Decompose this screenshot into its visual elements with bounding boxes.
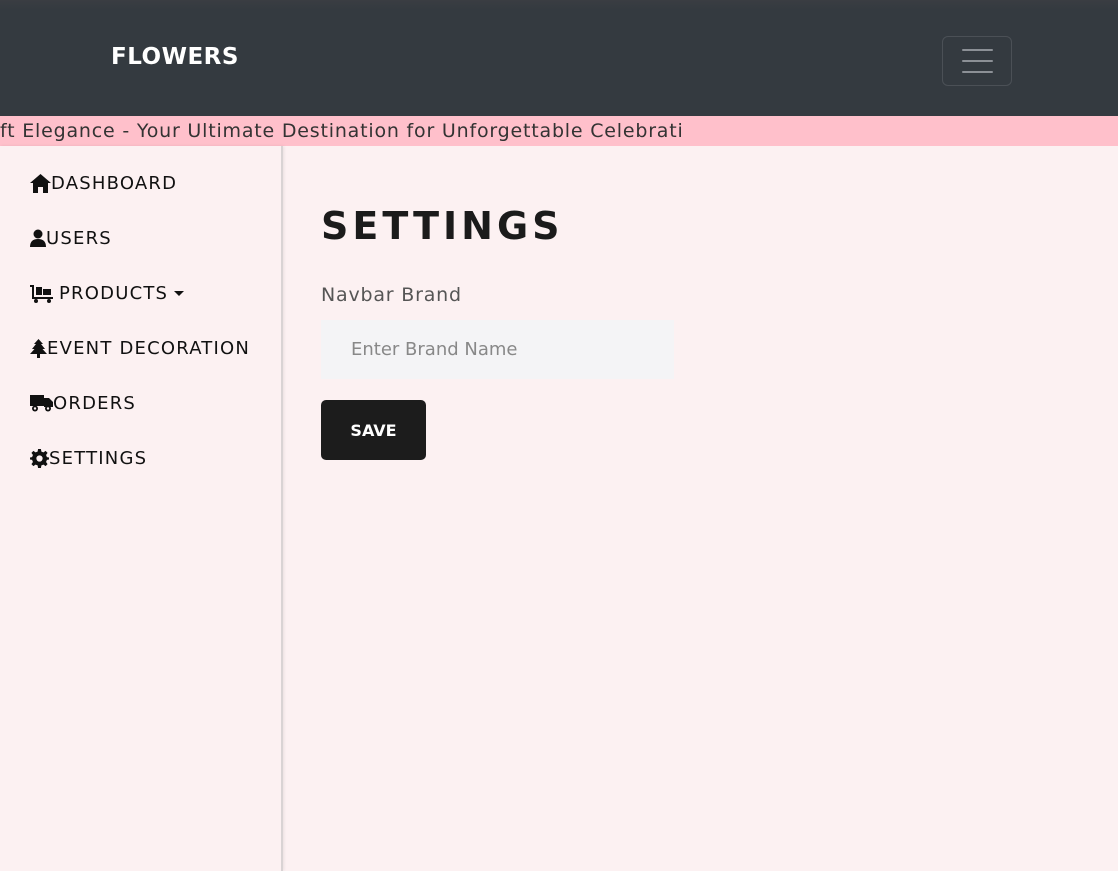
- truck-icon: [30, 395, 53, 412]
- sidebar: DASHBOARD USERS PRODUCTS EVENT DECORATIO…: [0, 146, 283, 871]
- page-title: SETTINGS: [321, 204, 564, 248]
- navbar-toggler-button[interactable]: [942, 36, 1012, 86]
- sidebar-item-label: PRODUCTS: [59, 282, 169, 304]
- sidebar-item-products[interactable]: PRODUCTS: [30, 281, 185, 305]
- brand-name-input[interactable]: [321, 320, 674, 379]
- sidebar-item-settings[interactable]: SETTINGS: [30, 446, 147, 470]
- sidebar-item-label: ORDERS: [53, 392, 137, 414]
- brand-field-label: Navbar Brand: [321, 284, 462, 306]
- marquee-text: ft Elegance - Your Ultimate Destination …: [0, 120, 684, 142]
- sidebar-item-users[interactable]: USERS: [30, 226, 112, 250]
- sidebar-item-label: USERS: [46, 227, 112, 249]
- gear-icon: [30, 448, 49, 468]
- home-icon: [30, 173, 51, 193]
- marquee-banner: ft Elegance - Your Ultimate Destination …: [0, 116, 1118, 146]
- hamburger-icon: [962, 49, 993, 51]
- top-navbar: FLOWERS: [0, 0, 1118, 116]
- sidebar-item-label: DASHBOARD: [51, 172, 178, 194]
- sidebar-item-label: EVENT DECORATION: [47, 337, 251, 359]
- dolly-icon: [30, 284, 53, 303]
- caret-down-icon: [174, 290, 185, 296]
- sidebar-item-label: SETTINGS: [49, 447, 148, 469]
- hamburger-icon: [962, 71, 993, 73]
- tree-icon: [30, 338, 47, 358]
- sidebar-item-event-decoration[interactable]: EVENT DECORATION: [30, 336, 250, 360]
- user-icon: [30, 229, 46, 247]
- hamburger-icon: [962, 60, 993, 62]
- sidebar-item-dashboard[interactable]: DASHBOARD: [30, 171, 177, 195]
- navbar-brand[interactable]: FLOWERS: [111, 44, 239, 70]
- save-button[interactable]: SAVE: [321, 400, 426, 460]
- sidebar-item-orders[interactable]: ORDERS: [30, 391, 136, 415]
